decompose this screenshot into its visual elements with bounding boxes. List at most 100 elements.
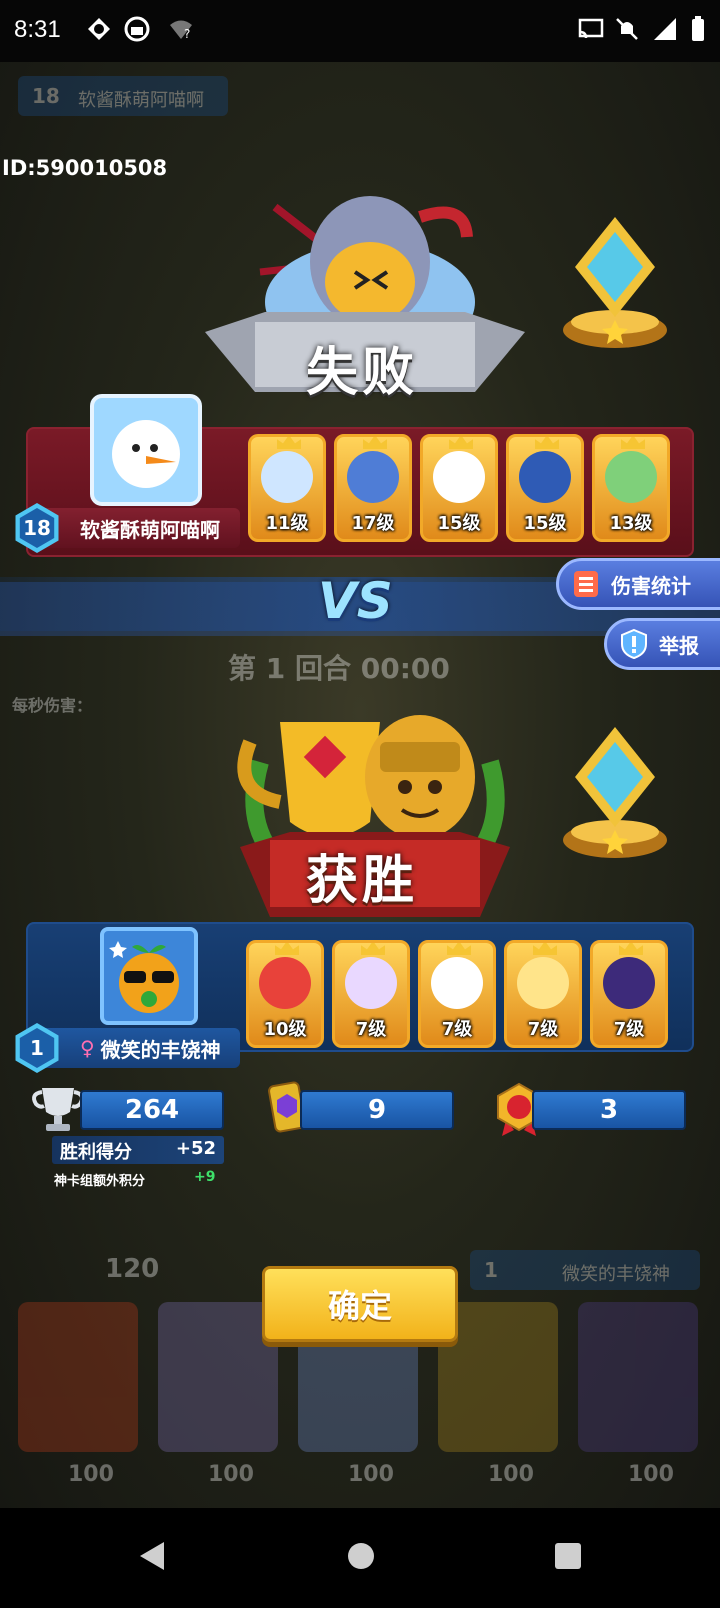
- hero-card[interactable]: 7级: [504, 940, 582, 1048]
- knight-icon: [347, 451, 399, 503]
- hero-card[interactable]: 15级: [420, 434, 498, 542]
- bg-bottom-player-level: 1: [484, 1258, 498, 1282]
- bg-card-cost: 100: [68, 1462, 114, 1487]
- crown-icon: [277, 437, 301, 449]
- snowman-icon: [261, 451, 313, 503]
- trophy-stat: 264: [80, 1090, 224, 1130]
- bg-bottom-player-bar: 1 微笑的丰饶神: [470, 1250, 700, 1290]
- win-score-label: 胜利得分: [60, 1142, 132, 1163]
- extra-points-delta: +9: [194, 1169, 216, 1185]
- navigation-bar: [0, 1508, 720, 1608]
- app-icon-2: [124, 16, 150, 42]
- bg-card: [158, 1302, 278, 1452]
- loser-level: 18: [23, 516, 51, 540]
- snowman-icon: [112, 420, 180, 488]
- bg-score-bar: 120: [10, 1250, 210, 1290]
- status-time: 8:31: [14, 16, 61, 43]
- crown-icon: [363, 437, 387, 449]
- crown-icon: [449, 437, 473, 449]
- king-icon: [259, 957, 311, 1009]
- angel-icon: [345, 957, 397, 1009]
- hero-card[interactable]: 7级: [332, 940, 410, 1048]
- bg-top-player-level: 18: [32, 84, 60, 108]
- bg-top-player-bar: 18 软酱酥萌阿喵啊: [18, 76, 228, 116]
- crown-icon: [535, 437, 559, 449]
- hero-card-level: 7级: [613, 1019, 645, 1040]
- hero-card-level: 15级: [437, 513, 481, 534]
- win-score-row: 胜利得分 +52: [52, 1136, 224, 1164]
- winner-name-bar: ♀ 微笑的丰饶神: [40, 1028, 240, 1068]
- confirm-button[interactable]: 确定: [262, 1266, 458, 1342]
- hero-card-level: 13级: [609, 513, 653, 534]
- bg-card-cost: 100: [208, 1462, 254, 1487]
- hero-card-level: 11级: [265, 513, 309, 534]
- bg-card-cost: 100: [348, 1462, 394, 1487]
- zombie-icon: [605, 451, 657, 503]
- extra-points-label: 神卡组额外积分: [54, 1174, 146, 1189]
- trophy-value: 264: [124, 1095, 180, 1125]
- rank-badge-icon: [563, 727, 667, 858]
- medal-stat: 3: [532, 1090, 686, 1130]
- mage-icon: [603, 957, 655, 1009]
- medal-value: 3: [599, 1095, 619, 1125]
- hero-card-level: 7级: [527, 1019, 559, 1040]
- signal-icon: [654, 18, 676, 40]
- hero-card[interactable]: 13级: [592, 434, 670, 542]
- hero-card-level: 10级: [263, 1019, 307, 1040]
- damage-stats-button[interactable]: 伤害统计: [556, 558, 720, 610]
- recents-icon[interactable]: [554, 1542, 582, 1570]
- winner-avatar[interactable]: [100, 927, 198, 1025]
- confirm-label: 确定: [327, 1287, 392, 1325]
- hero-card[interactable]: 17级: [334, 434, 412, 542]
- status-bar: 8:31 ?: [0, 0, 720, 62]
- bg-bottom-player-name: 微笑的丰饶神: [562, 1264, 670, 1285]
- hero-card[interactable]: 7级: [418, 940, 496, 1048]
- battery-icon: [692, 16, 704, 41]
- rank-badge-icon: [563, 217, 667, 348]
- trophy-icon: [32, 1088, 84, 1131]
- back-icon[interactable]: [138, 1540, 166, 1572]
- user-id: ID:590010508: [2, 156, 168, 180]
- loser-avatar[interactable]: [90, 394, 202, 506]
- bg-card: [578, 1302, 698, 1452]
- winner-name: 微笑的丰饶神: [100, 1037, 221, 1062]
- defeat-emblem: [205, 196, 525, 392]
- report-label: 举报: [659, 633, 699, 658]
- bg-card-cost: 100: [628, 1462, 674, 1487]
- crown-icon: [447, 943, 471, 955]
- crown-icon: [621, 437, 645, 449]
- hero-card[interactable]: 11级: [248, 434, 326, 542]
- chef-icon: [519, 451, 571, 503]
- elder-icon: [517, 957, 569, 1009]
- crown-icon: [619, 943, 643, 955]
- hero-card-level: 17级: [351, 513, 395, 534]
- victory-emblem: [237, 715, 510, 917]
- vs-label: VS: [318, 572, 393, 630]
- clown-icon: [433, 451, 485, 503]
- hero-card[interactable]: 10级: [246, 940, 324, 1048]
- crown-icon: [361, 943, 385, 955]
- home-icon[interactable]: [347, 1542, 375, 1570]
- report-list-icon: [574, 571, 598, 597]
- shield-icon: [621, 628, 647, 660]
- cast-icon: [578, 18, 604, 39]
- clown-icon: [431, 957, 483, 1009]
- bg-card: [18, 1302, 138, 1452]
- game-screen: 18 软酱酥萌阿喵啊 第 1 回合 00:00 每秒伤害： 120 1 微笑的丰…: [0, 62, 720, 1508]
- card-value: 9: [367, 1095, 387, 1125]
- hero-card-level: 7级: [355, 1019, 387, 1040]
- winner-level: 1: [30, 1036, 44, 1060]
- svg-text:?: ?: [184, 27, 190, 41]
- defeat-label: 失败: [306, 343, 419, 403]
- bg-round-text: 第 1 回合 00:00: [228, 652, 450, 685]
- female-icon: ♀: [80, 1036, 95, 1060]
- hero-card-level: 7级: [441, 1019, 473, 1040]
- win-score-delta: +52: [175, 1138, 216, 1159]
- hero-card-level: 15级: [523, 513, 567, 534]
- app-icon: [88, 18, 110, 40]
- hero-card[interactable]: 15级: [506, 434, 584, 542]
- report-button[interactable]: 举报: [604, 618, 720, 670]
- victory-label: 获胜: [306, 851, 419, 911]
- crown-icon: [275, 943, 299, 955]
- hero-card[interactable]: 7级: [590, 940, 668, 1048]
